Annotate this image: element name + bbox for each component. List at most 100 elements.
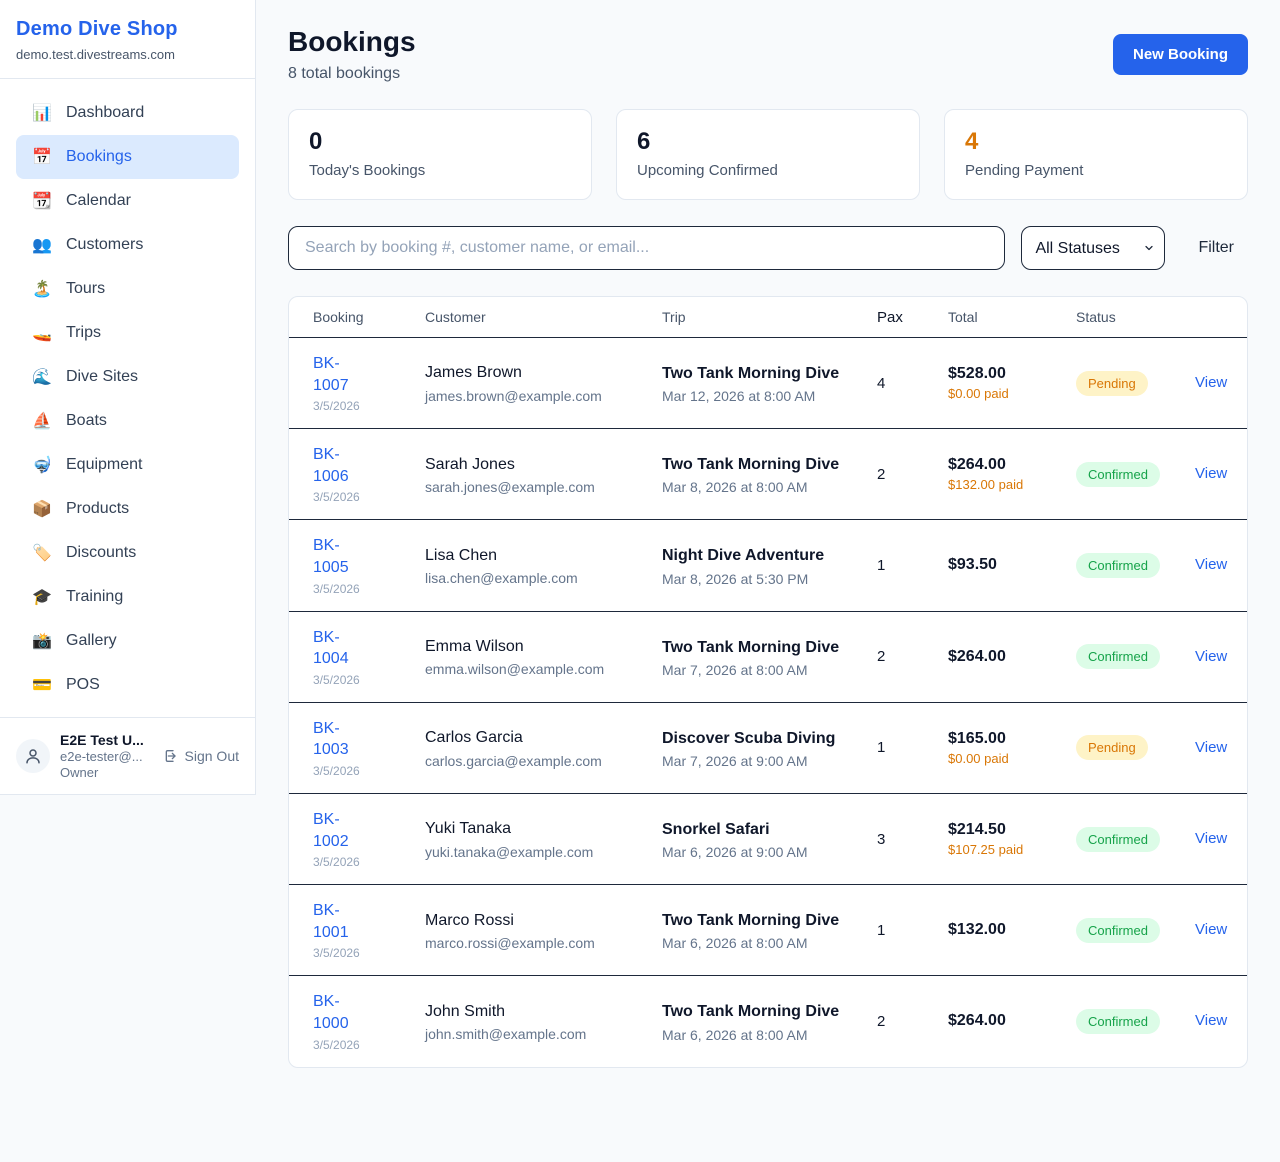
sidebar-item-boats[interactable]: ⛵Boats (16, 399, 239, 443)
sidebar-item-discounts[interactable]: 🏷️Discounts (16, 531, 239, 575)
view-link[interactable]: View (1195, 556, 1227, 573)
view-link[interactable]: View (1195, 830, 1227, 847)
booking-cell: BK-1006 3/5/2026 (313, 444, 425, 504)
table-body: BK-10073/5/2026James Brownjames.brown@ex… (289, 338, 1247, 1067)
sidebar-item-tours[interactable]: 🏝️Tours (16, 267, 239, 311)
sidebar-item-pos[interactable]: 💳POS (16, 663, 239, 707)
booking-id-link[interactable]: BK-1006 (313, 444, 373, 487)
filter-button[interactable]: Filter (1198, 239, 1234, 257)
sidebar-item-products[interactable]: 📦Products (16, 487, 239, 531)
user-section: E2E Test U... e2e-tester@... Owner Sign … (0, 717, 255, 794)
stat-value: 6 (637, 128, 899, 156)
total-amount: $264.00 (948, 648, 1052, 666)
view-link[interactable]: View (1195, 1012, 1227, 1029)
stat-card-todays-bookings: 0 Today's Bookings (288, 109, 592, 200)
graduation-cap-icon: 🎓 (31, 587, 53, 607)
sidebar-item-label: Customers (66, 236, 143, 254)
table-row: BK-10033/5/2026Carlos Garciacarlos.garci… (289, 703, 1247, 794)
customer-cell: Emma Wilsonemma.wilson@example.com (425, 636, 662, 677)
sidebar-item-label: Calendar (66, 192, 131, 210)
total-cell: $264.00$132.00 paid (948, 456, 1076, 492)
view-link[interactable]: View (1195, 648, 1227, 665)
table-row: BK-10073/5/2026James Brownjames.brown@ex… (289, 338, 1247, 429)
booking-cell: BK-10043/5/2026 (313, 627, 425, 687)
booking-date: 3/5/2026 (313, 1038, 373, 1052)
sidebar-item-label: Products (66, 500, 129, 518)
view-cell: View (1195, 1012, 1235, 1030)
table-row: BK-10063/5/2026Sarah Jonessarah.jones@ex… (289, 429, 1247, 520)
booking-date: 3/5/2026 (313, 490, 373, 504)
sidebar-item-label: Dive Sites (66, 368, 138, 386)
trip-cell: Two Tank Morning DiveMar 8, 2026 at 8:00… (662, 453, 877, 495)
page-subtitle: 8 total bookings (288, 65, 416, 83)
trip-datetime: Mar 6, 2026 at 8:00 AM (662, 935, 842, 951)
trip-datetime: Mar 7, 2026 at 9:00 AM (662, 753, 842, 769)
sidebar-item-label: Gallery (66, 632, 117, 650)
sign-out-icon (163, 748, 179, 764)
shop-domain: demo.test.divestreams.com (16, 47, 239, 62)
column-header-pax: Pax (877, 309, 948, 326)
sidebar-item-bookings[interactable]: 📅Bookings (16, 135, 239, 179)
table-row: BK-10053/5/2026Lisa Chenlisa.chen@exampl… (289, 520, 1247, 611)
trip-datetime: Mar 6, 2026 at 9:00 AM (662, 844, 842, 860)
total-amount: $165.00 (948, 730, 1052, 748)
booking-cell: BK-10033/5/2026 (313, 718, 425, 778)
stat-value: 4 (965, 128, 1227, 156)
sidebar-item-customers[interactable]: 👥 Customers (16, 223, 239, 267)
calendar-icon: 📅 (31, 147, 53, 167)
status-filter[interactable]: All Statuses (1021, 226, 1165, 270)
total-amount: $93.50 (948, 556, 1052, 574)
view-link[interactable]: View (1195, 921, 1227, 938)
trip-cell: Snorkel SafariMar 6, 2026 at 9:00 AM (662, 818, 877, 860)
people-icon: 👥 (31, 235, 53, 255)
view-link[interactable]: View (1195, 739, 1227, 756)
booking-date: 3/5/2026 (313, 855, 373, 869)
booking-id-link[interactable]: BK-1005 (313, 535, 373, 578)
sign-out-button[interactable]: Sign Out (163, 748, 239, 764)
search-input[interactable] (288, 226, 1005, 270)
pax-cell: 2 (877, 466, 948, 483)
view-cell: View (1195, 648, 1235, 666)
sidebar-item-calendar[interactable]: 📆Calendar (16, 179, 239, 223)
stats-row: 0 Today's Bookings 6 Upcoming Confirmed … (288, 109, 1248, 200)
sidebar-item-trips[interactable]: 🚤Trips (16, 311, 239, 355)
status-cell: Pending (1076, 371, 1195, 396)
view-link[interactable]: View (1195, 465, 1227, 482)
sidebar-item-dashboard[interactable]: 📊Dashboard (16, 91, 239, 135)
new-booking-button[interactable]: New Booking (1113, 34, 1248, 75)
booking-date: 3/5/2026 (313, 399, 373, 413)
trip-cell: Two Tank Morning DiveMar 6, 2026 at 8:00… (662, 1000, 877, 1042)
status-badge: Confirmed (1076, 462, 1160, 487)
trip-name: Night Dive Adventure (662, 544, 842, 567)
sidebar-header: Demo Dive Shop demo.test.divestreams.com (0, 0, 255, 79)
total-cell: $264.00 (948, 648, 1076, 666)
status-filter-select[interactable]: All Statuses (1022, 227, 1164, 269)
sidebar-item-gallery[interactable]: 📸Gallery (16, 619, 239, 663)
pax-cell: 4 (877, 375, 948, 392)
sidebar-item-equipment[interactable]: 🤿Equipment (16, 443, 239, 487)
column-header-status: Status (1076, 309, 1195, 325)
booking-id-link[interactable]: BK-1002 (313, 809, 373, 852)
customer-name: James Brown (425, 362, 638, 384)
sidebar-item-dive-sites[interactable]: 🌊Dive Sites (16, 355, 239, 399)
status-badge: Pending (1076, 735, 1148, 760)
booking-id-link[interactable]: BK-1004 (313, 627, 373, 670)
sidebar-item-training[interactable]: 🎓Training (16, 575, 239, 619)
trip-cell: Two Tank Morning DiveMar 6, 2026 at 8:00… (662, 909, 877, 951)
total-cell: $132.00 (948, 921, 1076, 939)
pax-cell: 1 (877, 557, 948, 574)
total-amount: $214.50 (948, 821, 1052, 839)
view-cell: View (1195, 465, 1235, 483)
column-header-booking: Booking (313, 309, 425, 325)
page-title: Bookings (288, 26, 416, 58)
booking-id-link[interactable]: BK-1007 (313, 353, 373, 396)
booking-id-link[interactable]: BK-1003 (313, 718, 373, 761)
booking-id-link[interactable]: BK-1001 (313, 900, 373, 943)
booking-id-link[interactable]: BK-1000 (313, 991, 373, 1034)
trip-cell: Night Dive AdventureMar 8, 2026 at 5:30 … (662, 544, 877, 586)
customer-email: emma.wilson@example.com (425, 661, 638, 677)
total-amount: $132.00 (948, 921, 1052, 939)
customer-email: carlos.garcia@example.com (425, 753, 638, 769)
view-link[interactable]: View (1195, 374, 1227, 391)
total-cell: $93.50 (948, 556, 1076, 574)
